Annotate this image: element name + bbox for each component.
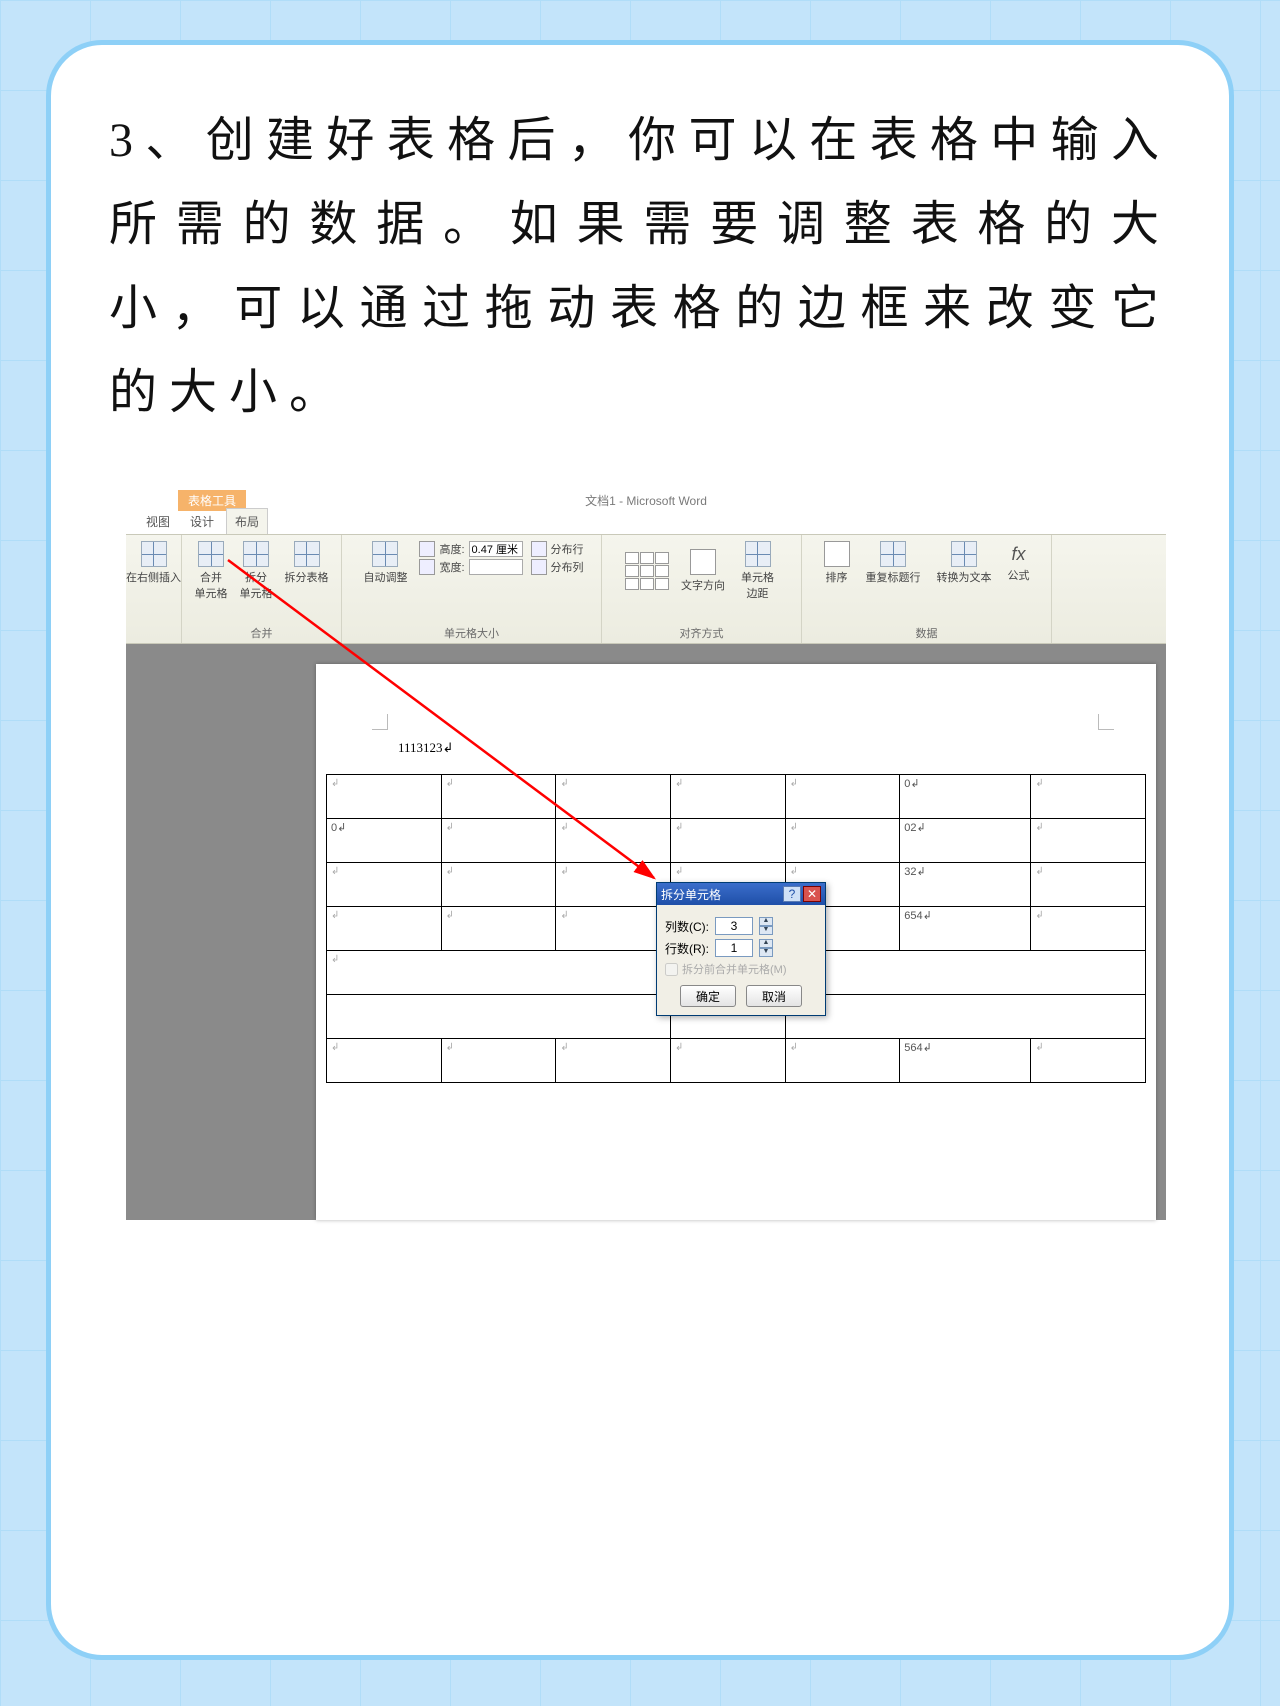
group-data-label: 数据: [802, 625, 1051, 641]
tab-design[interactable]: 设计: [182, 509, 222, 534]
autofit-button[interactable]: 自动调整: [359, 539, 411, 587]
cols-input[interactable]: [715, 917, 753, 935]
document-text[interactable]: 1113123↲: [398, 740, 453, 756]
tab-layout[interactable]: 布局: [226, 508, 268, 534]
height-icon: [419, 541, 435, 557]
autofit-icon: [372, 541, 398, 567]
ribbon: 在右侧插入 合并 单元格 拆分 单元格 拆分表格 合并 自动调整 高度: 宽度:: [126, 534, 1166, 644]
repeat-header-icon: [880, 541, 906, 567]
text-direction-button[interactable]: 文字方向: [677, 547, 729, 595]
ribbon-tabs: 视图 设计 布局: [138, 510, 268, 534]
dist-rows-icon: [531, 541, 547, 557]
table-row: 0↲↲↲↲↲02↲↲: [327, 819, 1146, 863]
repeat-header-button[interactable]: 重复标题行: [862, 539, 925, 587]
sort-icon: [824, 541, 850, 567]
word-screenshot: 文档1 - Microsoft Word 表格工具 视图 设计 布局 在右侧插入…: [126, 490, 1166, 1220]
split-table-button[interactable]: 拆分表格: [281, 539, 333, 603]
margin-corner-tr: [1098, 714, 1114, 730]
formula-button[interactable]: fx公式: [1004, 542, 1034, 585]
merge-before-checkbox[interactable]: 拆分前合并单元格(M): [665, 961, 817, 977]
merge-icon: [198, 541, 224, 567]
cell-margins-icon: [745, 541, 771, 567]
split-cells-dialog: 拆分单元格 ? ✕ 列数(C): ▲▼ 行数(R):: [656, 882, 826, 1016]
split-cells-icon: [243, 541, 269, 567]
sort-button[interactable]: 排序: [820, 539, 854, 587]
text-dir-icon: [690, 549, 716, 575]
table-row: ↲↲↲↲↲564↲↲: [327, 1039, 1146, 1083]
rows-label: 行数(R):: [665, 940, 709, 957]
split-table-icon: [294, 541, 320, 567]
rows-input[interactable]: [715, 939, 753, 957]
width-icon: [419, 559, 435, 575]
fx-icon: fx: [1011, 544, 1025, 565]
cols-label: 列数(C):: [665, 918, 709, 935]
window-title: 文档1 - Microsoft Word: [126, 492, 1166, 509]
group-size-label: 单元格大小: [342, 625, 601, 641]
ok-button[interactable]: 确定: [680, 985, 736, 1007]
merge-cells-button[interactable]: 合并 单元格: [191, 539, 232, 603]
dist-cols-button[interactable]: 分布列: [551, 559, 584, 575]
table-row: ↲↲↲↲↲0↲↲: [327, 775, 1146, 819]
help-button[interactable]: ?: [783, 886, 801, 902]
insert-right-button[interactable]: 在右侧插入: [122, 539, 185, 587]
split-cells-button[interactable]: 拆分 单元格: [236, 539, 277, 603]
dist-rows-button[interactable]: 分布行: [551, 541, 584, 557]
document-page: 1113123↲ ↲↲↲↲↲0↲↲ 0↲↲↲↲↲02↲↲ ↲↲↲↲↲32↲↲ ↲…: [316, 664, 1156, 1220]
tutorial-card: 3、创建好表格后，你可以在表格中输入所需的数据。如果需要调整表格的大小，可以通过…: [46, 40, 1234, 1660]
cols-spinner[interactable]: ▲▼: [759, 917, 773, 935]
convert-text-button[interactable]: 转换为文本: [933, 539, 996, 587]
document-background: 1113123↲ ↲↲↲↲↲0↲↲ 0↲↲↲↲↲02↲↲ ↲↲↲↲↲32↲↲ ↲…: [126, 644, 1166, 1220]
width-input[interactable]: [469, 559, 523, 575]
rows-spinner[interactable]: ▲▼: [759, 939, 773, 957]
dialog-titlebar[interactable]: 拆分单元格 ? ✕: [657, 883, 825, 905]
group-merge-label: 合并: [182, 625, 341, 641]
convert-text-icon: [951, 541, 977, 567]
group-align-label: 对齐方式: [602, 625, 801, 641]
margin-corner-tl: [372, 714, 388, 730]
instruction-paragraph: 3、创建好表格后，你可以在表格中输入所需的数据。如果需要调整表格的大小，可以通过…: [51, 45, 1229, 435]
alignment-grid[interactable]: [625, 552, 669, 590]
height-input[interactable]: [469, 541, 523, 557]
close-button[interactable]: ✕: [803, 886, 821, 902]
cell-margins-button[interactable]: 单元格 边距: [737, 539, 778, 603]
dialog-title: 拆分单元格: [661, 886, 721, 903]
cancel-button[interactable]: 取消: [746, 985, 802, 1007]
tab-view[interactable]: 视图: [138, 509, 178, 534]
table-icon: [141, 541, 167, 567]
dist-cols-icon: [531, 559, 547, 575]
